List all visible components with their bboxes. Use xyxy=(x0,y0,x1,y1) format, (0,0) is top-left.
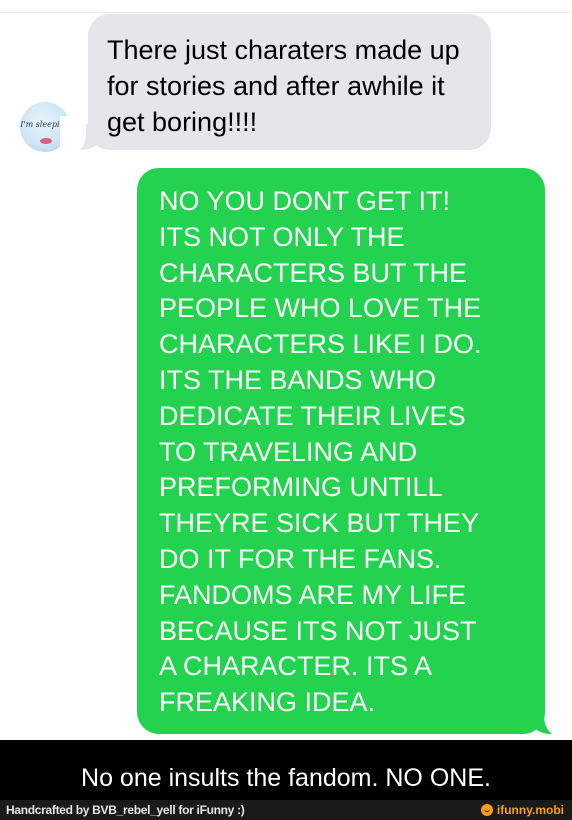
meme-caption: No one insults the fandom. NO ONE. xyxy=(81,764,491,792)
avatar-decoration xyxy=(40,138,52,144)
meme-page: I'm sleeping There just charaters made u… xyxy=(0,0,572,820)
outgoing-message-text: NO YOU DONT GET IT! ITS NOT ONLY THE CHA… xyxy=(159,186,482,718)
incoming-message-text: There just charaters made up for stories… xyxy=(107,35,460,137)
outgoing-message-bubble[interactable]: NO YOU DONT GET IT! ITS NOT ONLY THE CHA… xyxy=(137,168,545,734)
incoming-message-bubble[interactable]: There just charaters made up for stories… xyxy=(88,14,491,150)
credit-text: Handcrafted by BVB_rebel_yell for iFunny… xyxy=(6,803,245,817)
brand-watermark[interactable]: ifunny.mobi xyxy=(480,803,564,817)
brand-text: ifunny.mobi xyxy=(496,803,564,817)
incoming-tail-mask xyxy=(60,116,86,156)
top-edge xyxy=(0,0,572,13)
ifunny-smiley-icon xyxy=(480,804,493,816)
